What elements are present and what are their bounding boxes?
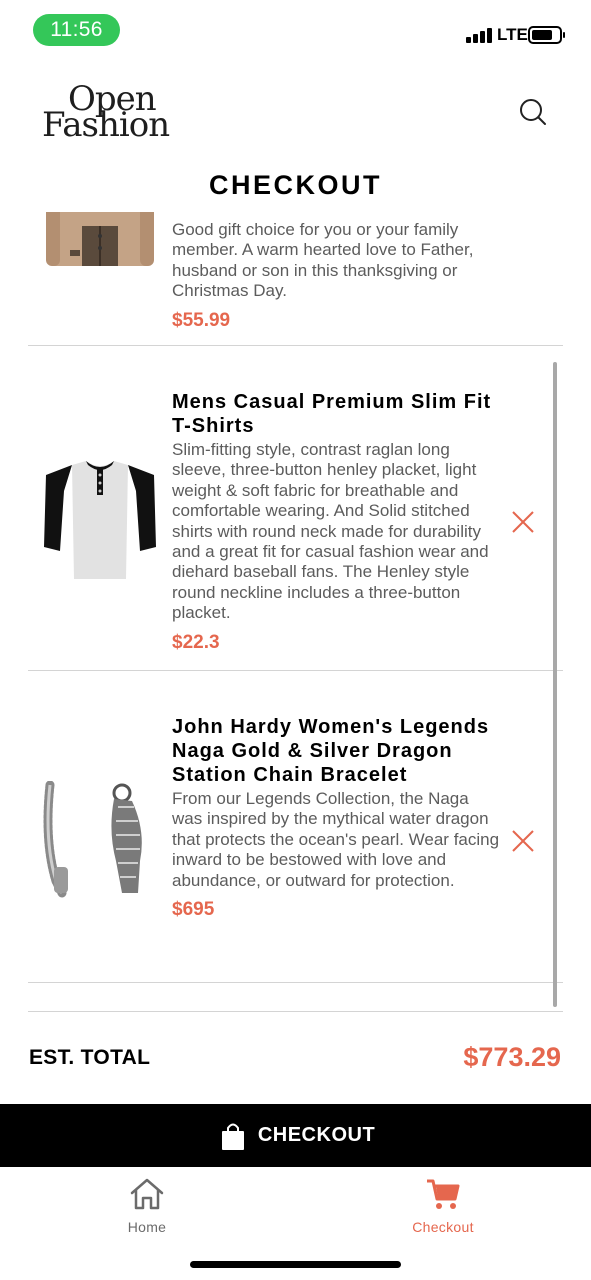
checkout-button[interactable]: CHECKOUT	[0, 1104, 591, 1167]
divider	[28, 1011, 563, 1012]
page-title: CHECKOUT	[209, 170, 382, 200]
home-indicator	[190, 1261, 401, 1268]
cart-icon	[427, 1179, 460, 1209]
cart-item: Mens Casual Premium Slim Fit T-Shirts Sl…	[28, 346, 563, 671]
product-price: $695	[172, 899, 215, 921]
product-image-jacket[interactable]	[42, 212, 158, 267]
cart-item-details: Good gift choice for you or your family …	[172, 218, 502, 332]
close-icon	[512, 830, 534, 852]
cellular-signal-icon	[466, 27, 492, 43]
cart-item-details: John Hardy Women's Legends Naga Gold & S…	[172, 715, 502, 921]
remove-item-button[interactable]	[511, 510, 535, 534]
tab-home[interactable]: Home	[77, 1177, 217, 1247]
est-total-value: $773.29	[463, 1042, 561, 1072]
tab-checkout[interactable]: Checkout	[373, 1177, 513, 1247]
est-total-label: EST. TOTAL	[29, 1046, 151, 1069]
scrollbar[interactable]	[553, 362, 557, 1007]
battery-level	[532, 30, 552, 40]
cart-item-details: Mens Casual Premium Slim Fit T-Shirts Sl…	[172, 390, 502, 654]
product-price: $55.99	[172, 309, 231, 331]
open-fashion-logo[interactable]: Open Fashion	[42, 82, 192, 144]
product-image-tshirt[interactable]	[42, 461, 158, 579]
product-price: $22.3	[172, 631, 220, 653]
cart-item: Good gift choice for you or your family …	[28, 212, 563, 346]
product-title[interactable]: John Hardy Women's Legends Naga Gold & S…	[172, 715, 502, 787]
status-time[interactable]: 11:56	[33, 14, 120, 46]
logo-word-fashion: Fashion	[42, 105, 170, 145]
battery-icon	[528, 26, 565, 44]
home-icon	[130, 1178, 164, 1210]
search-button[interactable]	[517, 96, 549, 128]
shopping-bag-icon	[215, 1118, 250, 1153]
product-description: From our Legends Collection, the Naga wa…	[172, 789, 500, 890]
status-bar: 11:56 LTE	[0, 0, 591, 60]
tab-checkout-label: Checkout	[412, 1219, 474, 1235]
remove-item-button[interactable]	[511, 829, 535, 853]
network-type: LTE	[497, 25, 528, 44]
product-description: Good gift choice for you or your family …	[172, 220, 474, 301]
cart-item: John Hardy Women's Legends Naga Gold & S…	[28, 671, 563, 983]
search-icon	[520, 99, 546, 125]
close-icon	[512, 511, 534, 533]
checkout-button-label: CHECKOUT	[257, 1124, 376, 1146]
product-title[interactable]: Mens Casual Premium Slim Fit T-Shirts	[172, 390, 502, 438]
product-description: Slim-fitting style, contrast raglan long…	[172, 440, 489, 623]
product-image-bracelet[interactable]	[42, 780, 158, 899]
tab-home-label: Home	[127, 1219, 167, 1235]
cart-item-list[interactable]: Good gift choice for you or your family …	[0, 212, 591, 1012]
